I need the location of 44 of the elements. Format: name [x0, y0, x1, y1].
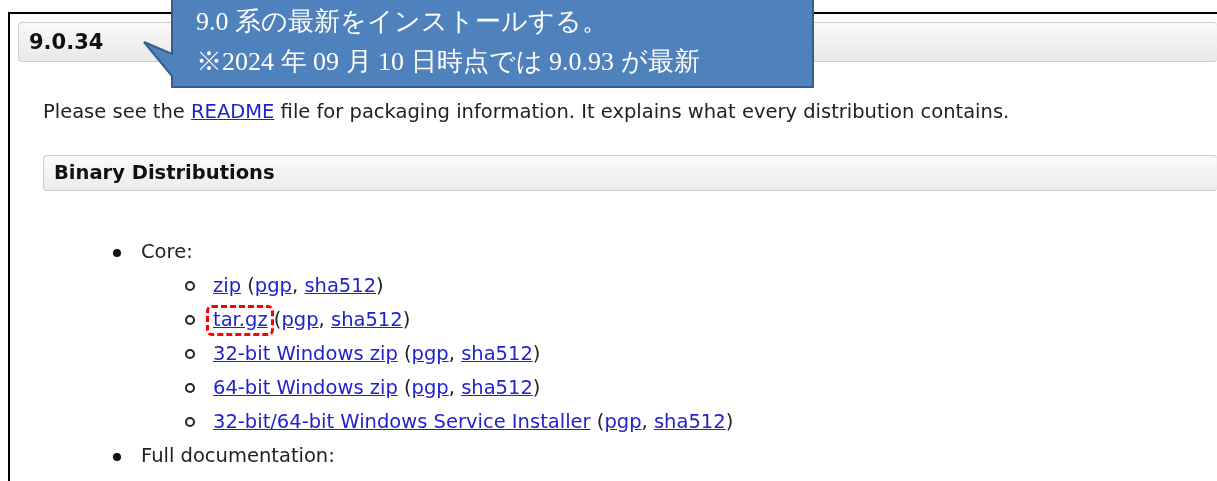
- signature-link[interactable]: sha512: [304, 274, 377, 297]
- callout-text: 9.0 系の最新をインストールする。: [196, 6, 609, 38]
- signature-link[interactable]: pgp: [254, 274, 292, 297]
- readme-link[interactable]: README: [191, 100, 275, 123]
- list-label: Core:: [141, 240, 193, 263]
- signature-link[interactable]: sha512: [461, 342, 533, 365]
- punctuation: ): [532, 342, 541, 365]
- download-link[interactable]: 32-bit Windows zip: [213, 342, 398, 365]
- punctuation: ): [725, 410, 734, 433]
- punctuation: (: [246, 274, 255, 297]
- punctuation: (: [402, 342, 412, 365]
- bullet-icon: [185, 383, 195, 393]
- callout-text: ※2024 年 09 月 10 日時点では 9.0.93 が最新: [196, 46, 700, 78]
- download-link[interactable]: tar.gz: [213, 308, 268, 331]
- section-heading: Binary Distributions: [43, 155, 1217, 191]
- punctuation: ,: [448, 376, 456, 399]
- bullet-icon: [185, 281, 195, 291]
- download-link[interactable]: 64-bit Windows zip: [213, 376, 398, 399]
- punctuation: (: [272, 308, 282, 331]
- download-link[interactable]: zip: [213, 274, 242, 297]
- bullet-icon: [113, 453, 121, 461]
- punctuation: (: [402, 376, 412, 399]
- bullet-icon: [185, 315, 195, 325]
- download-link[interactable]: 32-bit/64-bit Windows Service Installer: [213, 410, 591, 433]
- punctuation: ): [376, 274, 384, 297]
- signature-link[interactable]: pgp: [604, 410, 642, 433]
- signature-link[interactable]: sha512: [653, 410, 726, 433]
- list-label: Full documentation:: [141, 444, 335, 467]
- signature-link[interactable]: sha512: [461, 376, 533, 399]
- punctuation: ,: [318, 308, 326, 331]
- bullet-icon: [113, 249, 121, 257]
- punctuation: ,: [292, 274, 300, 297]
- punctuation: ,: [448, 342, 456, 365]
- punctuation: (: [595, 410, 605, 433]
- signature-link[interactable]: pgp: [281, 308, 319, 331]
- signature-link[interactable]: sha512: [331, 308, 403, 331]
- punctuation: ): [532, 376, 541, 399]
- punctuation: ): [402, 308, 411, 331]
- signature-link[interactable]: pgp: [411, 376, 449, 399]
- intro-text: Please see the README file for packaging information. It explains what every distribution contains.: [43, 100, 1011, 123]
- punctuation: ,: [641, 410, 649, 433]
- signature-link[interactable]: pgp: [411, 342, 449, 365]
- bullet-icon: [185, 349, 195, 359]
- bullet-icon: [185, 417, 195, 427]
